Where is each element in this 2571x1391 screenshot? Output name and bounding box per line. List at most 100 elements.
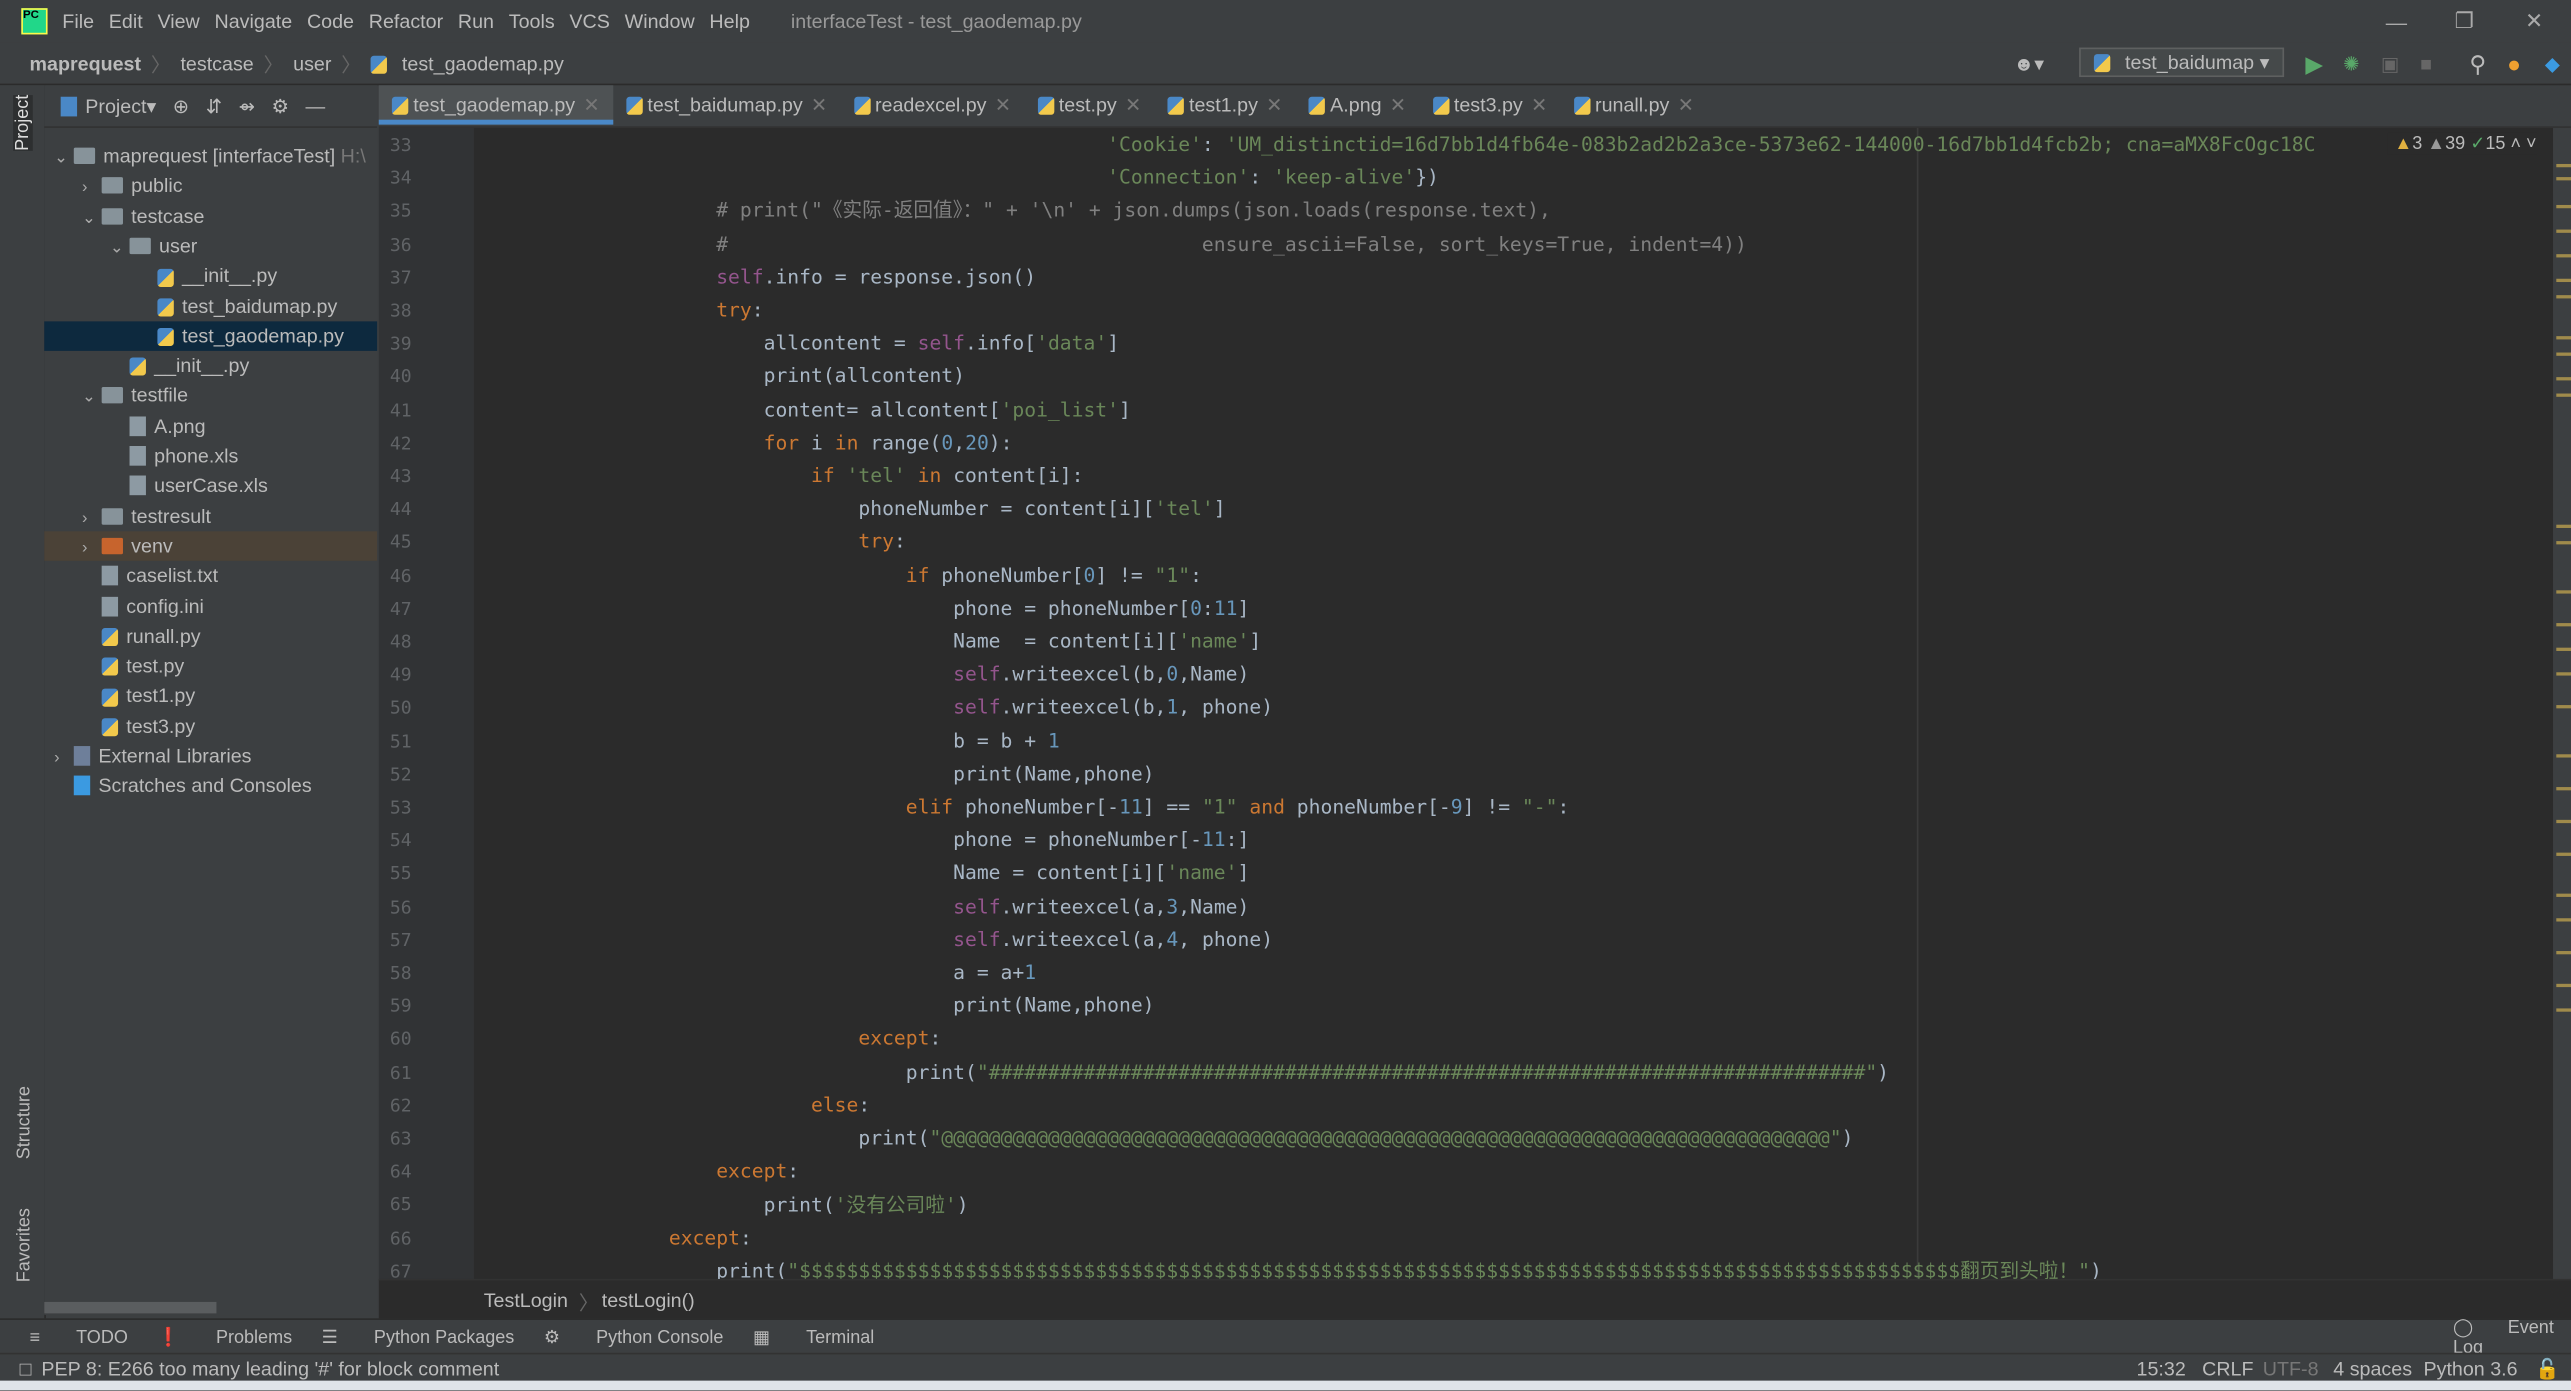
close-tab-icon[interactable]: ✕ — [1266, 93, 1282, 116]
tab-test3-py[interactable]: test3.py ✕ — [1419, 85, 1560, 124]
tree-item[interactable]: test3.py — [44, 711, 377, 741]
tab-test_baidumap-py[interactable]: test_baidumap.py ✕ — [613, 85, 841, 124]
tree-item[interactable]: test_baidumap.py — [44, 291, 377, 321]
project-view-select[interactable]: Project▾ — [60, 94, 157, 117]
close-tab-icon[interactable]: ✕ — [583, 93, 599, 116]
error-stripe-mark[interactable] — [2556, 163, 2571, 168]
expand-arrow-icon[interactable]: › — [82, 174, 102, 204]
tool-window-problems[interactable]: ❗ Problems — [157, 1327, 292, 1348]
error-stripe-mark[interactable] — [2556, 177, 2571, 181]
close-tab-icon[interactable]: ✕ — [995, 93, 1011, 116]
error-stripe-mark[interactable] — [2556, 229, 2571, 233]
prev-highlight-icon[interactable]: ˄ — [2510, 134, 2521, 154]
horizontal-scrollbar[interactable] — [44, 1301, 217, 1314]
debug-icon[interactable]: ✺ — [2343, 52, 2359, 75]
status-toggle-icon[interactable]: □ — [20, 1357, 32, 1380]
error-stripe-mark[interactable] — [2556, 1008, 2571, 1012]
code-line[interactable]: elif phoneNumber[-11] == "1" and phoneNu… — [621, 790, 2315, 823]
restore-button[interactable]: ❐ — [2455, 8, 2474, 34]
tree-item[interactable]: runall.py — [44, 621, 377, 651]
error-stripe-mark[interactable] — [2556, 819, 2571, 824]
code-line[interactable]: self.writeexcel(b,1, phone) — [621, 691, 2315, 724]
expand-arrow-icon[interactable]: › — [82, 504, 102, 534]
expand-arrow-icon[interactable]: › — [54, 744, 74, 774]
code-line[interactable]: print('没有公司啦') — [621, 1188, 2315, 1221]
tree-item[interactable]: ⌄ user — [44, 231, 377, 261]
interpreter[interactable]: Python 3.6 — [2423, 1357, 2517, 1380]
tree-item[interactable]: › External Libraries — [44, 741, 377, 771]
code-line[interactable]: allcontent = self.info['data'] — [621, 327, 2315, 360]
code-line[interactable]: phoneNumber = content[i]['tel'] — [621, 492, 2315, 525]
menu-help[interactable]: Help — [709, 10, 749, 33]
error-stripe-mark[interactable] — [2556, 705, 2571, 709]
code-editor[interactable]: 'Cookie': 'UM_distinctid=16d7bb1d4fb64e-… — [473, 127, 2554, 1279]
tab-test-py[interactable]: test.py ✕ — [1024, 85, 1154, 124]
close-button[interactable]: ✕ — [2525, 8, 2543, 34]
minimize-button[interactable]: — — [2386, 9, 2407, 34]
tab-readexcel-py[interactable]: readexcel.py ✕ — [841, 85, 1025, 124]
code-line[interactable]: self.writeexcel(b,0,Name) — [621, 658, 2315, 691]
tree-item[interactable]: test1.py — [44, 681, 377, 711]
tree-item[interactable]: __init__.py — [44, 261, 377, 291]
search-icon[interactable]: ⚲ — [2469, 50, 2486, 78]
code-line[interactable]: except: — [621, 1022, 2315, 1055]
event-log-button[interactable]: ◯ Event Log — [2453, 1317, 2571, 1357]
crumb-class[interactable]: TestLogin — [484, 1289, 568, 1312]
code-line[interactable]: self.writeexcel(a,3,Name) — [621, 890, 2315, 923]
plugin-icon[interactable]: ◆ — [2545, 52, 2560, 75]
code-line[interactable]: if 'tel' in content[i]: — [621, 459, 2315, 492]
code-line[interactable]: for i in range(0,20): — [621, 426, 2315, 459]
run-icon[interactable]: ▶ — [2305, 50, 2323, 78]
code-line[interactable]: content= allcontent['poi_list'] — [621, 393, 2315, 426]
menu-navigate[interactable]: Navigate — [215, 10, 293, 33]
tree-item[interactable]: › venv — [44, 531, 378, 564]
code-line[interactable]: print(Name,phone) — [621, 757, 2315, 790]
tool-window-python-console[interactable]: ⚙ Python Console — [544, 1327, 724, 1348]
favorites-tool-tab[interactable]: Favorites — [15, 1208, 35, 1282]
inspection-widget[interactable]: ▲3 ▲39 ✓15 ˄ ˅ — [2387, 132, 2537, 155]
expand-arrow-icon[interactable]: › — [82, 534, 102, 564]
coverage-icon[interactable]: ▣ — [2381, 52, 2400, 75]
tool-window-python-packages[interactable]: ☰ Python Packages — [322, 1327, 515, 1348]
tab-runall-py[interactable]: runall.py ✕ — [1561, 85, 1708, 124]
next-highlight-icon[interactable]: ˅ — [2526, 134, 2537, 154]
code-line[interactable]: except: — [621, 1221, 2315, 1254]
tree-item[interactable]: caselist.txt — [44, 561, 377, 591]
menu-code[interactable]: Code — [307, 10, 354, 33]
tool-window-todo[interactable]: ≡ TODO — [30, 1327, 128, 1347]
tree-item[interactable]: ⌄ testcase — [44, 201, 377, 231]
code-line[interactable]: print(Name,phone) — [621, 989, 2315, 1022]
error-stripe-mark[interactable] — [2556, 787, 2571, 791]
close-tab-icon[interactable]: ✕ — [1390, 93, 1406, 116]
code-line[interactable]: print("$$$$$$$$$$$$$$$$$$$$$$$$$$$$$$$$$… — [621, 1254, 2315, 1279]
menu-window[interactable]: Window — [625, 10, 695, 33]
code-line[interactable]: phone = phoneNumber[0:11] — [621, 592, 2315, 625]
error-stripe-mark[interactable] — [2556, 352, 2571, 356]
code-line[interactable]: print("#################################… — [621, 1055, 2315, 1088]
tree-item[interactable]: phone.xls — [44, 441, 377, 471]
tab-A-png[interactable]: A.png ✕ — [1296, 85, 1420, 124]
code-line[interactable]: a = a+1 — [621, 956, 2315, 989]
error-stripe-mark[interactable] — [2556, 852, 2571, 856]
menu-refactor[interactable]: Refactor — [369, 10, 443, 33]
expand-all-icon[interactable]: ⇵ — [206, 94, 222, 117]
expand-arrow-icon[interactable]: ⌄ — [82, 384, 102, 414]
lock-icon[interactable]: 🔓 — [2535, 1357, 2560, 1380]
error-stripe-mark[interactable] — [2556, 754, 2571, 758]
structure-tool-tab[interactable]: Structure — [15, 1086, 35, 1159]
code-text[interactable]: 'Cookie': 'UM_distinctid=16d7bb1d4fb64e-… — [474, 128, 2316, 1279]
code-line[interactable]: 'Connection': 'keep-alive'}) — [621, 161, 2315, 194]
run-config-select[interactable]: test_baidumap ▾ — [2079, 47, 2285, 78]
crumb-method[interactable]: testLogin() — [602, 1289, 695, 1312]
menu-tools[interactable]: Tools — [509, 10, 555, 33]
expand-arrow-icon[interactable]: ⌄ — [110, 234, 130, 264]
locate-icon[interactable]: ⊕ — [173, 94, 189, 117]
code-line[interactable]: except: — [621, 1155, 2315, 1188]
expand-arrow-icon[interactable]: ⌄ — [82, 204, 102, 234]
stop-icon[interactable]: ■ — [2420, 52, 2432, 75]
breadcrumb-file[interactable]: test_gaodemap.py — [370, 52, 564, 75]
menu-run[interactable]: Run — [458, 10, 494, 33]
code-line[interactable]: self.writeexcel(a,4, phone) — [621, 923, 2315, 956]
error-stripe-mark[interactable] — [2556, 204, 2571, 209]
code-line[interactable]: else: — [621, 1089, 2315, 1122]
